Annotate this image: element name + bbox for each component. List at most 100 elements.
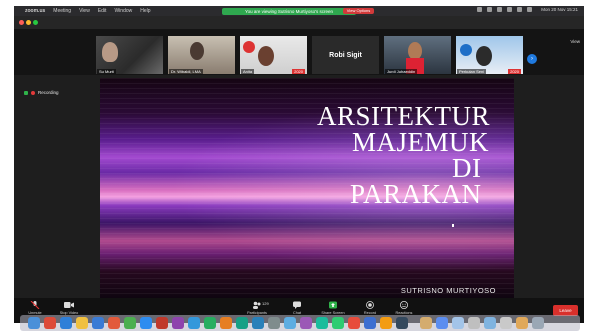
- participants-count: 129: [262, 301, 269, 306]
- document-icon[interactable]: [468, 317, 480, 329]
- menu-app-name[interactable]: zoom.us: [25, 8, 45, 14]
- participant-name: Jurdi Juhaeddin: [385, 69, 418, 74]
- participants-icon: [253, 301, 261, 309]
- recording-label: Recording: [38, 90, 59, 95]
- participant-tile[interactable]: 2020 Anita: [240, 36, 307, 74]
- document-icon[interactable]: [516, 317, 528, 329]
- chrome-icon[interactable]: [76, 317, 88, 329]
- bluetooth-icon[interactable]: [487, 7, 493, 12]
- participant-name: Robi Sigit: [329, 51, 362, 59]
- acrobat-icon[interactable]: [348, 317, 360, 329]
- participant-tile[interactable]: Dr. Wibaldi, LMA: [168, 36, 235, 74]
- chat-button[interactable]: Chat: [282, 301, 312, 315]
- status-tray: Mon 20 Nov 15:21: [477, 7, 578, 12]
- unmute-button[interactable]: Unmute: [20, 301, 50, 315]
- zoom-app-icon[interactable]: [140, 317, 152, 329]
- facetime-icon[interactable]: [236, 317, 248, 329]
- participant-name: Dr. Wibaldi, LMA: [169, 69, 203, 74]
- slide-title-line: ARSITEKTUR: [317, 101, 490, 131]
- document-icon[interactable]: [452, 317, 464, 329]
- view-options-button[interactable]: View Options: [343, 8, 374, 14]
- music-icon[interactable]: [172, 317, 184, 329]
- word-icon[interactable]: [188, 317, 200, 329]
- video-camera-icon: [64, 302, 74, 308]
- slide-title-line: PARAKAN: [350, 179, 482, 209]
- shared-screen-slide: ARSITEKTUR MAJEMUK DI PARAKAN SUTRISNO M…: [100, 78, 514, 298]
- record-dot-icon: [31, 90, 35, 95]
- recording-indicator[interactable]: Recording: [24, 90, 59, 95]
- menu-view[interactable]: View: [79, 8, 90, 14]
- stop-video-button[interactable]: Stop Video: [54, 301, 84, 315]
- downloads-folder-icon[interactable]: [420, 317, 432, 329]
- maps-icon[interactable]: [316, 317, 328, 329]
- wifi-icon[interactable]: [477, 7, 483, 12]
- mouse-cursor-icon: [452, 224, 454, 227]
- terminal-icon[interactable]: [396, 317, 408, 329]
- document-icon[interactable]: [500, 317, 512, 329]
- finder-icon[interactable]: [28, 317, 40, 329]
- participant-tile[interactable]: Su Murti: [96, 36, 163, 74]
- participants-button[interactable]: 129 Participants: [242, 301, 272, 315]
- next-page-arrow-icon[interactable]: ›: [527, 54, 537, 64]
- battery-icon[interactable]: [507, 7, 513, 12]
- mail-icon[interactable]: [92, 317, 104, 329]
- record-icon: [366, 301, 374, 309]
- logo-icon: [460, 44, 472, 56]
- launchpad-icon[interactable]: [44, 317, 56, 329]
- participant-face: [190, 42, 204, 60]
- participant-tile[interactable]: Robi Sigit: [312, 36, 379, 74]
- podcasts-icon[interactable]: [300, 317, 312, 329]
- minimize-window-icon[interactable]: [26, 20, 31, 25]
- menu-edit[interactable]: Edit: [98, 8, 107, 14]
- participant-badge: 2020: [292, 69, 305, 74]
- menu-clock[interactable]: Mon 20 Nov 15:21: [541, 7, 578, 12]
- reactions-smiley-icon: [400, 301, 408, 309]
- preview-icon[interactable]: [284, 317, 296, 329]
- teams-icon[interactable]: [364, 317, 376, 329]
- slide-title-line: MAJEMUK: [352, 127, 490, 157]
- app-store-icon[interactable]: [252, 317, 264, 329]
- close-window-icon[interactable]: [19, 20, 24, 25]
- participant-name: Perkutan Seni: [457, 69, 487, 74]
- participant-tile[interactable]: 2020 Perkutan Seni: [456, 36, 523, 74]
- document-icon[interactable]: [484, 317, 496, 329]
- chat-icon: [293, 301, 301, 309]
- record-button[interactable]: Record: [355, 301, 385, 315]
- safari-icon[interactable]: [60, 317, 72, 329]
- dock: [20, 315, 580, 331]
- control-center-icon[interactable]: [527, 7, 533, 12]
- excel-icon[interactable]: [204, 317, 216, 329]
- notes-icon[interactable]: [380, 317, 392, 329]
- volume-icon[interactable]: [497, 7, 503, 12]
- logo-icon: [243, 41, 255, 53]
- photos-icon[interactable]: [108, 317, 120, 329]
- messages-icon[interactable]: [124, 317, 136, 329]
- security-icon: [24, 90, 28, 95]
- microphone-icon: [30, 301, 40, 309]
- trash-icon[interactable]: [532, 317, 544, 329]
- menu-bar: zoom.us Meeting View Edit Window Help Yo…: [14, 6, 584, 16]
- reactions-button[interactable]: Reactions: [389, 301, 419, 315]
- participant-face: [476, 46, 492, 66]
- participant-name: Anita: [241, 69, 255, 74]
- viewing-share-banner: You are viewing Sutrisno Murtiyoso's scr…: [222, 7, 356, 15]
- participant-face: [102, 42, 118, 62]
- screen: zoom.us Meeting View Edit Window Help Yo…: [14, 6, 584, 323]
- powerpoint-icon[interactable]: [220, 317, 232, 329]
- whatsapp-icon[interactable]: [332, 317, 344, 329]
- share-screen-button[interactable]: Share Screen: [318, 301, 348, 315]
- calendar-icon[interactable]: [156, 317, 168, 329]
- window-title-bar: [14, 16, 584, 29]
- view-button[interactable]: View: [570, 39, 580, 44]
- document-icon[interactable]: [436, 317, 448, 329]
- participant-tile[interactable]: Jurdi Juhaeddin: [384, 36, 451, 74]
- menu-meeting[interactable]: Meeting: [53, 8, 71, 14]
- menu-help[interactable]: Help: [140, 8, 150, 14]
- menu-window[interactable]: Window: [114, 8, 132, 14]
- search-icon[interactable]: [517, 7, 523, 12]
- fullscreen-window-icon[interactable]: [33, 20, 38, 25]
- participant-strip: Su Murti Dr. Wibaldi, LMA 2020 Anita Rob…: [14, 29, 584, 75]
- slide-title-line: DI: [452, 153, 482, 183]
- participant-name: Su Murti: [97, 69, 116, 74]
- system-preferences-icon[interactable]: [268, 317, 280, 329]
